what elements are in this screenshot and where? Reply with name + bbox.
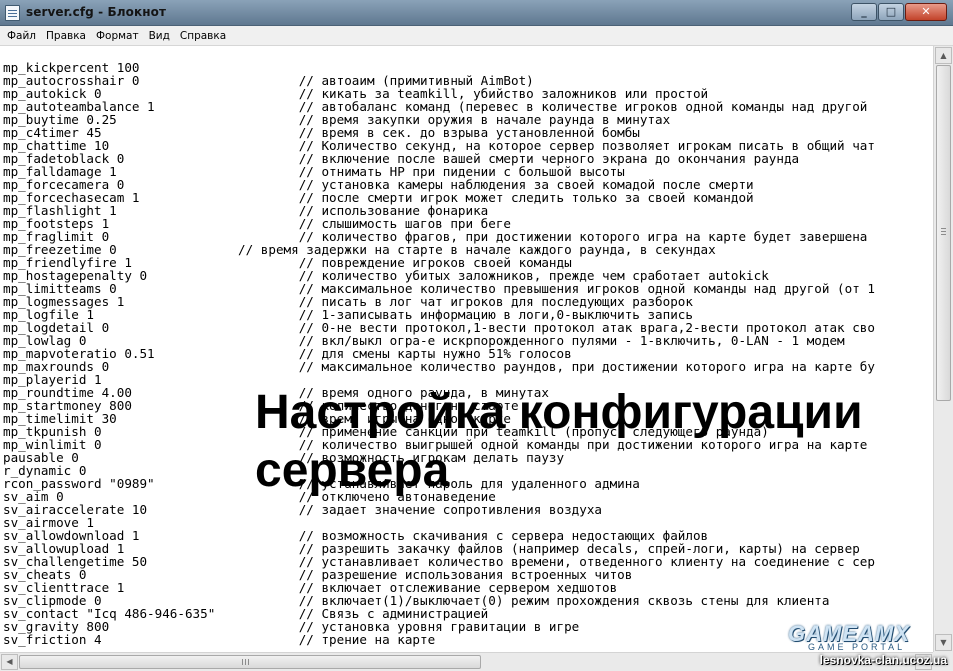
minimize-button[interactable]: _ — [851, 3, 877, 21]
notepad-window: server.cfg - Блокнот _ □ ✕ Файл Правка Ф… — [0, 0, 953, 671]
text-line[interactable]: sv_airaccelerate 10 // задает значение с… — [3, 503, 875, 516]
menu-edit[interactable]: Правка — [41, 26, 91, 46]
config-text[interactable]: mp_kickpercent 100 mp_autocrosshair 0 // … — [3, 61, 875, 646]
menu-bar: Файл Правка Формат Вид Справка — [0, 26, 953, 46]
vertical-scrollbar[interactable]: ▲ ▼ — [933, 46, 953, 652]
logo-subtitle: GAME PORTAL — [808, 642, 906, 652]
window-title: server.cfg - Блокнот — [26, 5, 166, 19]
menu-file[interactable]: Файл — [2, 26, 41, 46]
overlay-caption-line-2: сервера — [255, 444, 450, 497]
gameamx-logo: GAMEAMX GAME PORTAL — [788, 623, 948, 653]
notepad-icon[interactable] — [5, 5, 20, 21]
vertical-scroll-thumb[interactable] — [936, 65, 951, 401]
horizontal-scrollbar[interactable]: ◀ ▶ — [0, 652, 933, 671]
text-editor-area[interactable]: mp_kickpercent 100 mp_autocrosshair 0 // … — [0, 46, 933, 652]
overlay-caption-line-1: Настройка конфигурации — [255, 386, 863, 439]
title-bar[interactable]: server.cfg - Блокнот _ □ ✕ — [0, 0, 953, 26]
menu-format[interactable]: Формат — [91, 26, 144, 46]
menu-view[interactable]: Вид — [144, 26, 175, 46]
scroll-left-arrow-icon[interactable]: ◀ — [1, 654, 18, 670]
maximize-button[interactable]: □ — [878, 3, 904, 21]
horizontal-scroll-thumb[interactable] — [19, 655, 481, 669]
watermark-url: lesnovka-clan.ucoz.ua — [819, 653, 947, 667]
text-line[interactable]: sv_friction 4 // трение на карте — [3, 633, 875, 646]
close-button[interactable]: ✕ — [905, 3, 947, 21]
text-line[interactable]: mp_maxrounds 0 // максимальное количеств… — [3, 360, 875, 373]
overlay-caption: Настройка конфигурации сервера — [255, 384, 925, 500]
scroll-up-arrow-icon[interactable]: ▲ — [935, 47, 952, 64]
caption-buttons: _ □ ✕ — [851, 3, 947, 21]
menu-help[interactable]: Справка — [175, 26, 231, 46]
